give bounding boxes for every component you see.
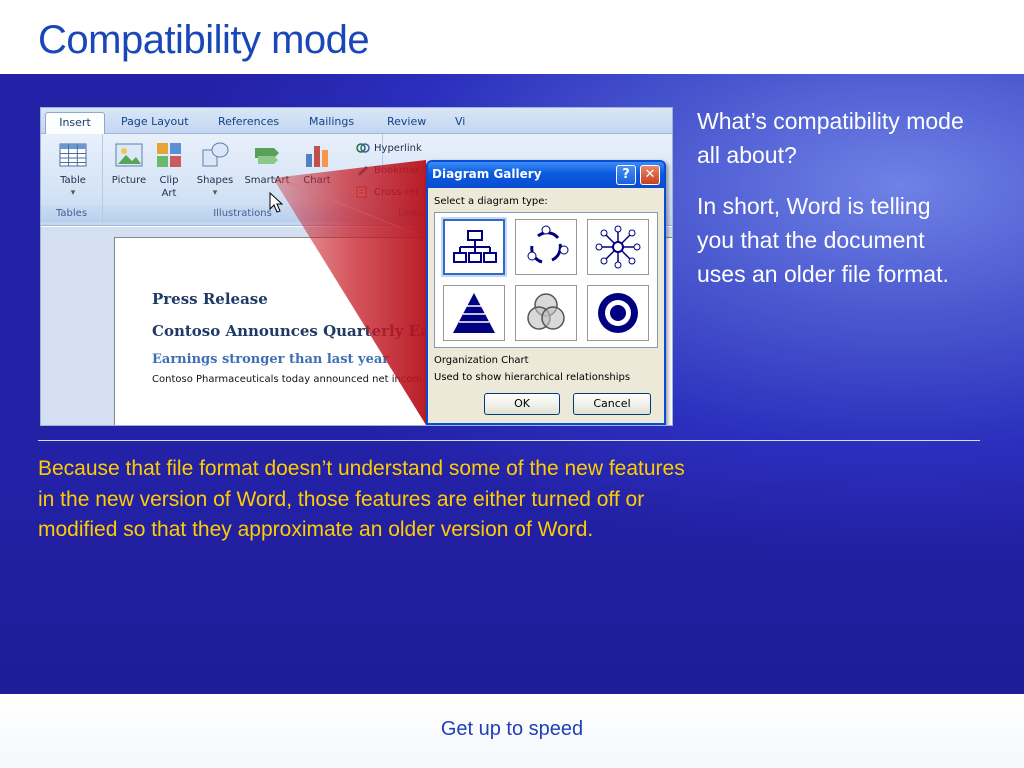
- selected-diagram-name: Organization Chart: [434, 355, 529, 366]
- ok-button[interactable]: OK: [484, 393, 560, 415]
- ribbon-tab-bar: Insert Page Layout References Mailings R…: [41, 108, 672, 134]
- footer-text: Get up to speed: [440, 718, 584, 740]
- tab-insert[interactable]: Insert: [45, 112, 105, 134]
- hyperlink-icon: [356, 143, 370, 153]
- hyperlink-label: Hyperlink: [374, 143, 422, 154]
- cross-reference-label: Cross-ref: [374, 187, 419, 198]
- diagram-type-pyramid[interactable]: [443, 285, 505, 341]
- smartart-icon: [255, 148, 279, 164]
- tab-page-layout[interactable]: Page Layout: [121, 112, 189, 134]
- bookmark-icon: [358, 166, 368, 176]
- chart-icon: [306, 146, 328, 167]
- shapes-button-label: Shapes: [196, 175, 234, 186]
- mouse-pointer-icon: [269, 192, 283, 213]
- target-diagram-icon: [598, 293, 638, 333]
- org-chart-icon: [453, 230, 497, 263]
- close-button[interactable]: ✕: [640, 165, 660, 185]
- radial-diagram-icon: [595, 225, 641, 269]
- slide-title: Compatibility mode: [38, 18, 370, 62]
- diagram-gallery-dialog: Diagram Gallery ? ✕ Select a diagram typ…: [426, 160, 666, 425]
- diagram-type-organization-chart[interactable]: [443, 219, 505, 275]
- clip-art-label-line1: Clip: [159, 175, 179, 186]
- doc-heading-2: Contoso Announces Quarterly Ea: [152, 322, 430, 340]
- shapes-button[interactable]: Shapes ▾: [193, 140, 237, 200]
- word-screenshot: Insert Page Layout References Mailings R…: [40, 107, 673, 426]
- hyperlink-button[interactable]: Hyperlink: [356, 142, 422, 154]
- cross-reference-icon: [356, 186, 367, 198]
- diagram-type-prompt: Select a diagram type:: [434, 196, 548, 207]
- chart-button-label: Chart: [303, 175, 331, 186]
- table-icon: [59, 143, 87, 167]
- side-question: What’s compatibility mode all about?: [697, 108, 964, 168]
- smartart-button[interactable]: SmartArt: [241, 140, 293, 187]
- dropdown-arrow-icon: ▾: [212, 188, 218, 198]
- side-explanation: What’s compatibility mode all about? In …: [697, 104, 967, 308]
- divider-line: [38, 440, 980, 441]
- tab-mailings[interactable]: Mailings: [309, 112, 354, 134]
- bookmark-button[interactable]: Bookmar: [356, 164, 419, 176]
- tab-review[interactable]: Review: [387, 112, 426, 134]
- cancel-button[interactable]: Cancel: [573, 393, 651, 415]
- help-button[interactable]: ?: [616, 165, 636, 185]
- dropdown-arrow-icon: ▾: [70, 188, 76, 198]
- illustrations-group-label: Illustrations: [103, 206, 382, 222]
- table-button-label: Table: [60, 175, 86, 186]
- picture-button-label: Picture: [111, 175, 147, 186]
- tab-references[interactable]: References: [218, 112, 279, 134]
- venn-diagram-icon: [527, 293, 565, 330]
- diagram-type-target[interactable]: [587, 285, 649, 341]
- smartart-button-label: SmartArt: [244, 175, 290, 186]
- shapes-icon: [202, 142, 229, 167]
- cycle-diagram-icon: [527, 225, 569, 264]
- picture-icon: [115, 143, 143, 167]
- body-paragraph: Because that file format doesn’t underst…: [38, 457, 685, 541]
- pyramid-diagram-icon: [453, 293, 495, 333]
- table-button[interactable]: Table ▾: [53, 140, 93, 200]
- tab-view[interactable]: Vi: [455, 112, 465, 134]
- diagram-type-venn[interactable]: [515, 285, 577, 341]
- doc-paragraph: Contoso Pharmaceuticals today announced …: [152, 374, 423, 385]
- diagram-type-grid: [434, 212, 658, 348]
- dialog-title: Diagram Gallery: [432, 167, 542, 181]
- clip-art-button[interactable]: Clip Art: [153, 140, 185, 200]
- picture-button[interactable]: Picture: [109, 140, 149, 187]
- tables-group-label: Tables: [41, 206, 102, 222]
- diagram-type-radial[interactable]: [587, 219, 649, 275]
- chart-button[interactable]: Chart: [297, 140, 337, 187]
- illustrations-group: Picture Clip Art Shapes ▾ SmartArt Chart…: [103, 134, 383, 224]
- bookmark-label: Bookmar: [374, 165, 419, 176]
- tables-group: Table ▾ Tables: [41, 134, 103, 224]
- doc-heading-3: Earnings stronger than last year: [152, 352, 390, 367]
- selected-diagram-description: Used to show hierarchical relationships: [434, 372, 631, 383]
- doc-heading-1: Press Release: [152, 290, 268, 308]
- side-answer: In short, Word is telling you that the d…: [697, 193, 949, 287]
- diagram-type-cycle[interactable]: [515, 219, 577, 275]
- clip-art-label-line2: Art: [161, 188, 177, 199]
- clip-art-icon: [157, 143, 181, 167]
- dialog-title-bar[interactable]: Diagram Gallery ? ✕: [428, 162, 664, 188]
- cross-reference-button[interactable]: Cross-ref: [356, 186, 419, 198]
